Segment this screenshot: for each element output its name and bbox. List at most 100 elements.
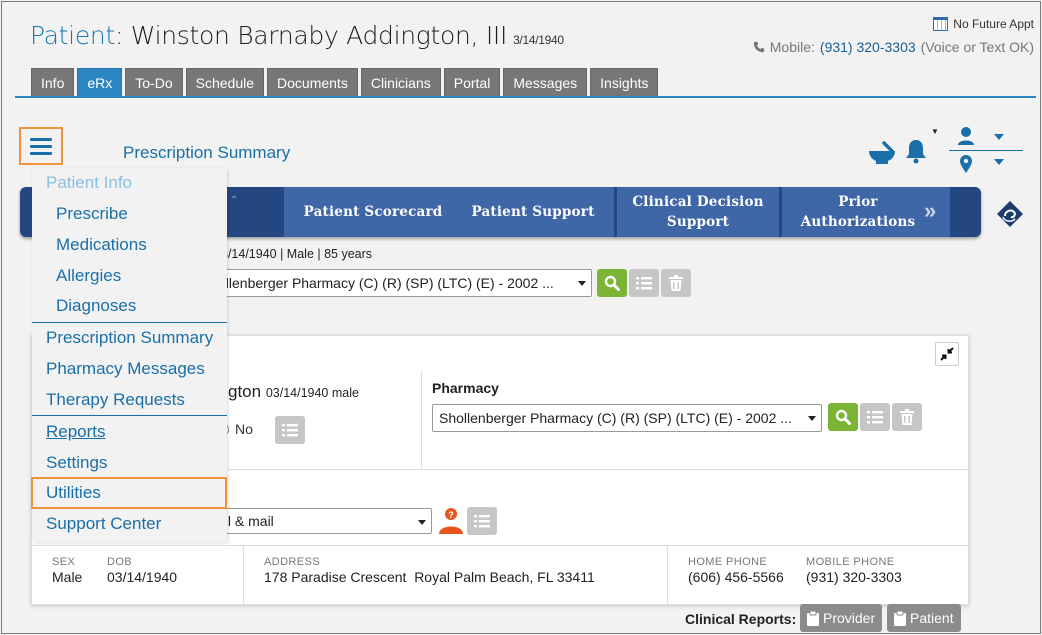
delivery-select[interactable]: ail & mail bbox=[214, 508, 432, 534]
menu-settings[interactable]: Settings bbox=[46, 453, 107, 473]
dropdown-caret-icon bbox=[578, 281, 586, 286]
menu-patient-info[interactable]: Patient Info bbox=[46, 173, 132, 193]
demographics-line: 3/14/1940 | Male | 85 years bbox=[221, 247, 373, 261]
info-address: ADDRESS 178 Paradise Crescent Royal Palm… bbox=[264, 556, 595, 585]
info-home-phone: HOME PHONE (606) 456-5566 bbox=[688, 556, 784, 585]
list-icon bbox=[636, 277, 652, 290]
clipboard-icon bbox=[894, 610, 906, 626]
menu-reports[interactable]: Reports bbox=[46, 422, 106, 442]
home-phone-label: HOME PHONE bbox=[688, 556, 768, 568]
card-patient-name-text: gton bbox=[228, 382, 262, 401]
user-icon bbox=[961, 127, 971, 137]
hamburger-menu-button[interactable] bbox=[19, 127, 63, 165]
hamburger-icon bbox=[30, 137, 52, 141]
menu-divider bbox=[32, 322, 227, 323]
card-patient-name: gton 03/14/1940 male bbox=[228, 382, 359, 402]
calendar-icon bbox=[933, 17, 949, 31]
sex-label: SEX bbox=[52, 556, 76, 568]
mobile-label: Mobile: bbox=[769, 39, 815, 55]
trash-icon bbox=[669, 275, 683, 291]
mobile-note: (Voice or Text OK) bbox=[920, 39, 1034, 55]
menu-divider bbox=[32, 415, 227, 416]
pharmacy-search-button[interactable] bbox=[597, 269, 627, 297]
list-icon bbox=[474, 515, 490, 528]
patient-name: Winston Barnaby Addington, III bbox=[130, 21, 508, 50]
compress-button[interactable] bbox=[935, 342, 959, 366]
card-pharmacy-search-button[interactable] bbox=[828, 403, 858, 431]
menu-therapy-requests[interactable]: Therapy Requests bbox=[46, 390, 185, 410]
dropdown-caret-icon bbox=[418, 520, 426, 525]
list-icon bbox=[282, 424, 298, 437]
mobile-phone-value: (931) 320-3303 bbox=[806, 569, 902, 585]
tab-documents[interactable]: Documents bbox=[267, 68, 358, 96]
clipboard-icon bbox=[807, 610, 819, 626]
patient-scorecard-button[interactable]: Patient Scorecard bbox=[284, 187, 462, 237]
dob-label: DOB bbox=[107, 556, 133, 568]
tab-divider bbox=[15, 96, 1036, 98]
tab-todo[interactable]: To-Do bbox=[125, 68, 183, 96]
dropdown-caret-icon bbox=[808, 416, 816, 421]
clinical-decision-support-button[interactable]: Clinical Decision Support bbox=[617, 187, 779, 237]
tab-portal[interactable]: Portal bbox=[443, 68, 501, 96]
patient-report-label: Patient bbox=[910, 610, 954, 626]
patient-header: Patient: Winston Barnaby Addington, III 3… bbox=[30, 21, 564, 50]
person-alert-icon[interactable]: ? bbox=[438, 507, 464, 535]
pharmacy-list-button[interactable] bbox=[629, 269, 659, 297]
pharmacy-select[interactable]: Shollenberger Pharmacy (C) (R) (SP) (LTC… bbox=[432, 404, 822, 432]
menu-diagnoses[interactable]: Diagnoses bbox=[56, 296, 136, 316]
menu-support-center[interactable]: Support Center bbox=[46, 514, 161, 534]
patient-report-button[interactable]: Patient bbox=[887, 604, 961, 632]
tab-clinicians[interactable]: Clinicians bbox=[360, 68, 441, 96]
clinical-reports-label: Clinical Reports: bbox=[685, 611, 797, 627]
card-divider-vertical bbox=[421, 371, 422, 469]
navbar-next-icon[interactable]: » bbox=[924, 200, 936, 222]
bell-icon[interactable] bbox=[904, 138, 928, 164]
tab-erx[interactable]: eRx bbox=[77, 68, 123, 96]
radio-no-option[interactable]: No bbox=[216, 421, 253, 437]
tab-messages[interactable]: Messages bbox=[503, 68, 588, 96]
compress-icon bbox=[940, 347, 954, 361]
menu-prescribe[interactable]: Prescribe bbox=[56, 204, 128, 224]
mortar-pestle-icon[interactable] bbox=[868, 141, 896, 165]
main-tabs: Info eRx To-Do Schedule Documents Clinic… bbox=[31, 68, 659, 96]
pharmacy-select-value: Shollenberger Pharmacy (C) (R) (SP) (LTC… bbox=[439, 410, 792, 426]
swirl-logo-icon[interactable] bbox=[996, 200, 1024, 228]
radio-no-label: No bbox=[235, 421, 253, 437]
address-label: ADDRESS bbox=[264, 556, 320, 568]
svg-text:?: ? bbox=[448, 510, 454, 520]
menu-pharmacy-messages[interactable]: Pharmacy Messages bbox=[46, 359, 205, 379]
tab-insights[interactable]: Insights bbox=[590, 68, 659, 96]
address-value: 178 Paradise Crescent Royal Palm Beach, … bbox=[264, 569, 595, 585]
pharmacy-select-top[interactable]: ollenberger Pharmacy (C) (R) (SP) (LTC) … bbox=[214, 269, 592, 297]
menu-prescription-summary[interactable]: Prescription Summary bbox=[46, 328, 213, 348]
appointment-status[interactable]: No Future Appt bbox=[933, 17, 1034, 31]
search-icon bbox=[835, 409, 851, 425]
sex-value: Male bbox=[52, 569, 83, 585]
tab-schedule[interactable]: Schedule bbox=[185, 68, 265, 96]
user-menu-divider bbox=[949, 150, 1023, 151]
page-title: Prescription Summary bbox=[123, 143, 291, 162]
menu-medications[interactable]: Medications bbox=[56, 235, 147, 255]
mobile-number[interactable]: (931) 320-3303 bbox=[820, 39, 916, 55]
tab-info[interactable]: Info bbox=[31, 68, 75, 96]
pharmacy-label: Pharmacy bbox=[432, 380, 499, 396]
info-dob: DOB 03/14/1940 bbox=[107, 556, 177, 585]
pharmacy-delete-button[interactable] bbox=[661, 269, 691, 297]
patient-label: Patient bbox=[30, 21, 115, 50]
search-icon bbox=[604, 275, 620, 291]
card-pharmacy-delete-button[interactable] bbox=[892, 403, 922, 431]
pharmacy-select-top-value: ollenberger Pharmacy (C) (R) (SP) (LTC) … bbox=[218, 275, 554, 291]
card-list-button[interactable] bbox=[275, 416, 305, 444]
info-divider bbox=[32, 545, 969, 546]
home-phone-value: (606) 456-5566 bbox=[688, 569, 784, 585]
list-icon bbox=[867, 411, 883, 424]
provider-report-label: Provider bbox=[823, 610, 876, 626]
trash-icon bbox=[900, 409, 914, 425]
notification-caret-icon[interactable]: ▼ bbox=[931, 127, 939, 136]
card-pharmacy-list-button[interactable] bbox=[860, 403, 890, 431]
delivery-list-button[interactable] bbox=[467, 507, 497, 535]
menu-allergies[interactable]: Allergies bbox=[56, 266, 121, 286]
provider-report-button[interactable]: Provider bbox=[800, 604, 883, 632]
patient-support-button[interactable]: Patient Support bbox=[452, 187, 614, 237]
info-mobile-phone: MOBILE PHONE (931) 320-3303 bbox=[806, 556, 902, 585]
